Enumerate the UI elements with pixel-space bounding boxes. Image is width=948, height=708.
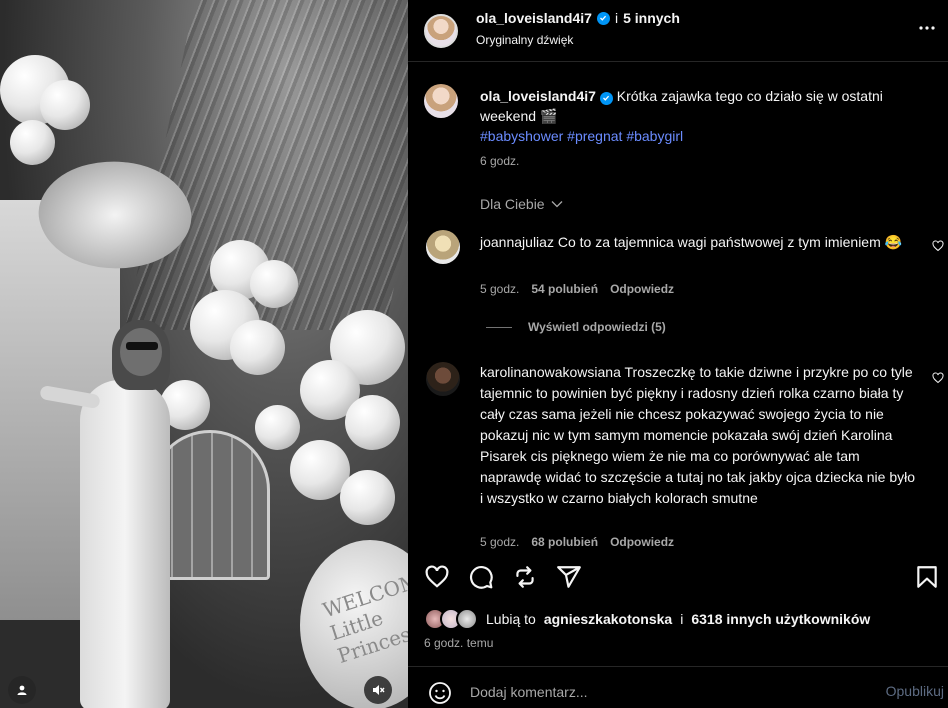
likes-prefix: Lubią to <box>486 611 536 627</box>
welcome-sign-text: WELCOME Little Princess <box>319 563 408 669</box>
user-icon <box>17 685 27 695</box>
like-comment-heart-icon[interactable] <box>932 372 944 384</box>
comment-bubble-icon[interactable] <box>468 564 494 590</box>
comment-meta: 5 godz. 54 polubień Odpowiedz <box>480 282 674 296</box>
post-actions-bar <box>408 552 948 602</box>
liker-username[interactable]: agnieszkakotonska <box>544 611 672 627</box>
comment-sort-dropdown[interactable]: Dla Ciebie <box>480 196 563 212</box>
bookmark-icon[interactable] <box>914 564 940 590</box>
ellipsis-icon <box>919 26 935 30</box>
collaborators-link[interactable]: 5 innych <box>623 10 680 26</box>
repost-icon[interactable] <box>512 564 538 590</box>
emoji-smiley-icon[interactable] <box>428 681 452 705</box>
balloon <box>40 80 90 130</box>
comment-meta: 5 godz. 68 polubień Odpowiedz <box>480 535 674 549</box>
comment-username[interactable]: karolinanowakowsiana <box>480 364 621 380</box>
post-video[interactable]: WELCOME Little Princess <box>0 0 408 708</box>
more-options-button[interactable] <box>918 18 936 36</box>
publish-comment-button[interactable]: Opublikuj <box>886 683 944 699</box>
balloon <box>250 260 298 308</box>
comment-likes-count[interactable]: 54 polubień <box>531 282 598 296</box>
person-arm <box>39 384 101 410</box>
balloon <box>230 320 285 375</box>
like-heart-icon[interactable] <box>424 564 450 590</box>
likes-others-link[interactable]: 6318 innych użytkowników <box>691 611 870 627</box>
speaker-muted-icon <box>373 685 385 695</box>
balloon <box>340 470 395 525</box>
likers-avatar-stack[interactable] <box>424 608 478 630</box>
mute-toggle-button[interactable] <box>364 676 392 704</box>
caption-time: 6 godz. <box>480 154 520 168</box>
post-header: ola_loveisland4i7 i 5 innych Oryginalny … <box>408 0 948 62</box>
caption: ola_loveisland4i7 Krótka zajawka tego co… <box>480 86 930 146</box>
likes-summary: Lubią to agnieszkakotonska i 6318 innych… <box>424 608 870 630</box>
likes-connector: i <box>680 611 684 627</box>
tagged-users-button[interactable] <box>8 676 36 704</box>
caption-hashtags[interactable]: #babyshower #pregnat #babygirl <box>480 128 683 144</box>
verified-badge-icon <box>596 11 610 25</box>
comment-time: 5 godz. <box>480 535 520 549</box>
comment-emoji: 😂 <box>884 234 903 250</box>
liker-avatar <box>456 608 478 630</box>
post-timestamp: 6 godz. temu <box>424 636 494 650</box>
comment-input[interactable] <box>470 675 850 708</box>
like-comment-heart-icon[interactable] <box>932 240 944 252</box>
balloon <box>255 405 300 450</box>
caption-username[interactable]: ola_loveisland4i7 <box>480 88 596 104</box>
author-avatar[interactable] <box>424 14 458 48</box>
author-username[interactable]: ola_loveisland4i7 <box>476 10 592 26</box>
caption-emoji: 🎬 <box>539 108 558 124</box>
view-replies-button[interactable]: Wyświetl odpowiedzi (5) <box>486 320 666 334</box>
instagram-post-view: WELCOME Little Princess ola_loveisland4i… <box>0 0 948 708</box>
comment-likes-count[interactable]: 68 polubień <box>531 535 598 549</box>
comment-avatar[interactable] <box>426 362 460 396</box>
add-comment-bar: Opublikuj <box>408 666 948 708</box>
divider-line <box>486 326 512 328</box>
view-replies-label: Wyświetl odpowiedzi (5) <box>528 320 666 334</box>
person-dress <box>80 380 170 708</box>
welcome-sign: WELCOME Little Princess <box>300 540 408 708</box>
verified-badge-icon <box>599 91 613 105</box>
comment-text: Troszeczkę to takie dziwne i przykre po … <box>480 364 916 506</box>
comment-username[interactable]: joannajuliaz <box>480 234 554 250</box>
comment-time: 5 godz. <box>480 282 520 296</box>
caption-author-avatar[interactable] <box>424 84 458 118</box>
collab-connector: i <box>614 10 619 26</box>
comment-body: joannajuliaz Co to za tajemnica wagi pań… <box>480 232 920 253</box>
chevron-down-icon <box>551 201 563 208</box>
reply-button[interactable]: Odpowiedz <box>610 535 674 549</box>
author-line: ola_loveisland4i7 i 5 innych <box>476 10 680 26</box>
balloon <box>10 120 55 165</box>
comment-avatar[interactable] <box>426 230 460 264</box>
comment-body: karolinanowakowsiana Troszeczkę to takie… <box>480 362 920 509</box>
person-glasses <box>126 342 158 350</box>
post-details-panel: ola_loveisland4i7 i 5 innych Oryginalny … <box>408 0 948 708</box>
reply-button[interactable]: Odpowiedz <box>610 282 674 296</box>
audio-link[interactable]: Oryginalny dźwięk <box>476 33 573 47</box>
balloon <box>345 395 400 450</box>
person-figure <box>39 320 170 708</box>
comment-text: Co to za tajemnica wagi państwowej z tym… <box>557 234 881 250</box>
comment-sort-label: Dla Ciebie <box>480 196 545 212</box>
comments-section[interactable]: ola_loveisland4i7 Krótka zajawka tego co… <box>408 62 948 550</box>
person-head <box>120 328 162 376</box>
send-paper-plane-icon[interactable] <box>556 564 582 590</box>
